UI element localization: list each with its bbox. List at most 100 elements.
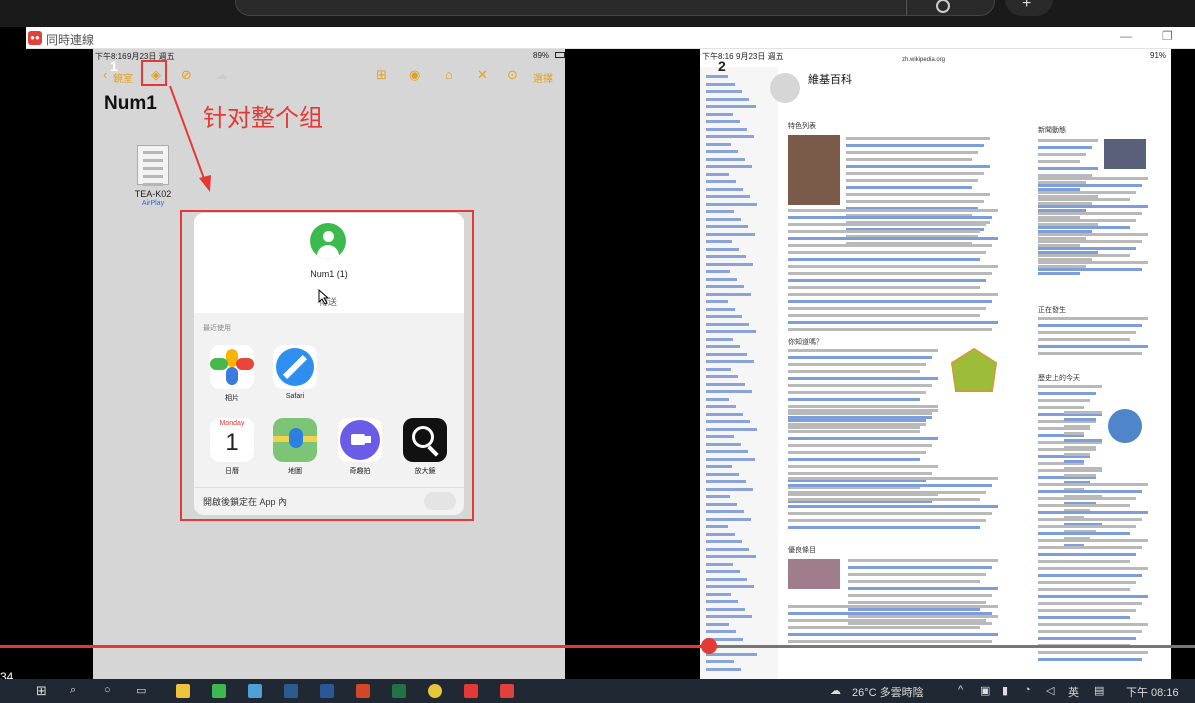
sidebar-link[interactable] bbox=[706, 277, 737, 281]
sidebar-link[interactable] bbox=[706, 82, 735, 86]
sidebar-link[interactable] bbox=[706, 262, 753, 266]
more-icon[interactable]: ⊙ bbox=[507, 67, 518, 83]
sidebar-link[interactable] bbox=[706, 150, 738, 153]
share-app-photos[interactable]: 相片 bbox=[205, 345, 259, 403]
sidebar-link[interactable] bbox=[706, 142, 731, 146]
sidebar-link[interactable] bbox=[706, 435, 734, 438]
sidebar-link[interactable] bbox=[706, 405, 736, 408]
sidebar-link[interactable] bbox=[706, 532, 735, 536]
weather-text[interactable]: 26°C 多雲時陰 bbox=[852, 684, 924, 700]
lock-in-app-row[interactable]: 開啟後鎖定在 App 內 bbox=[194, 487, 464, 515]
screen-share-icon[interactable] bbox=[500, 684, 514, 698]
battery-icon[interactable]: ▮ bbox=[1002, 684, 1008, 697]
sidebar-link[interactable] bbox=[706, 367, 731, 371]
app-icon[interactable] bbox=[284, 684, 298, 698]
lock-in-app-toggle[interactable] bbox=[424, 492, 456, 510]
sidebar-link[interactable] bbox=[706, 427, 757, 431]
sidebar-link[interactable] bbox=[706, 240, 732, 243]
sidebar-link[interactable] bbox=[706, 247, 739, 251]
sidebar-link[interactable] bbox=[706, 487, 753, 491]
minimize-icon[interactable]: — bbox=[1120, 29, 1132, 43]
sidebar-link[interactable] bbox=[706, 225, 748, 228]
sidebar-link[interactable] bbox=[706, 127, 747, 131]
sidebar-link[interactable] bbox=[706, 382, 745, 386]
sidebar-link[interactable] bbox=[706, 622, 729, 626]
sidebar-link[interactable] bbox=[706, 292, 751, 296]
share-app-magnifier[interactable]: 放大鏡 bbox=[398, 418, 452, 476]
sidebar-link[interactable] bbox=[706, 345, 740, 348]
sidebar-link[interactable] bbox=[706, 210, 734, 213]
browser-address-pill[interactable] bbox=[235, 0, 995, 16]
sidebar-link[interactable] bbox=[706, 135, 754, 138]
sidebar-link[interactable] bbox=[706, 105, 756, 108]
contact-avatar-icon[interactable] bbox=[310, 223, 346, 259]
windows-start-icon[interactable]: ⊞ bbox=[36, 683, 47, 699]
sidebar-link[interactable] bbox=[706, 232, 755, 236]
sidebar-link[interactable] bbox=[706, 592, 731, 596]
powerpoint-icon[interactable] bbox=[356, 684, 370, 698]
sidebar-link[interactable] bbox=[706, 630, 736, 633]
share-app-clips[interactable]: 奇趣拍 bbox=[333, 418, 387, 476]
sidebar-link[interactable] bbox=[706, 615, 752, 618]
sidebar-link[interactable] bbox=[706, 202, 757, 206]
volume-icon[interactable]: ◁ bbox=[1046, 684, 1054, 697]
eye-icon[interactable]: ◉ bbox=[409, 67, 420, 83]
wifi-icon[interactable]: ◔ bbox=[1024, 684, 1031, 696]
sidebar-link[interactable] bbox=[706, 607, 745, 611]
sidebar-link[interactable] bbox=[706, 285, 744, 288]
restore-icon[interactable]: ❐ bbox=[1162, 29, 1173, 43]
document-icon[interactable] bbox=[137, 145, 169, 186]
sidebar-link[interactable] bbox=[706, 510, 744, 513]
sidebar-link[interactable] bbox=[706, 270, 730, 273]
sidebar-link[interactable] bbox=[706, 397, 729, 401]
sidebar-link[interactable] bbox=[706, 255, 746, 258]
sidebar-link[interactable] bbox=[706, 600, 738, 603]
sidebar-link[interactable] bbox=[706, 547, 749, 551]
sidebar-link[interactable] bbox=[706, 322, 749, 326]
sidebar-link[interactable] bbox=[706, 412, 743, 416]
share-app-maps[interactable]: 地圖 bbox=[268, 418, 322, 476]
sidebar-link[interactable] bbox=[706, 180, 736, 183]
sidebar-link[interactable] bbox=[706, 120, 740, 123]
network-icon[interactable]: ▣ bbox=[980, 684, 990, 697]
sidebar-link[interactable] bbox=[706, 660, 734, 663]
sidebar-link[interactable] bbox=[706, 112, 733, 116]
sidebar-link[interactable] bbox=[706, 420, 750, 423]
sidebar-link[interactable] bbox=[706, 390, 752, 393]
compass-icon[interactable]: ⊘ bbox=[181, 67, 192, 83]
url-bar[interactable]: zh.wikipedia.org bbox=[902, 57, 945, 63]
sidebar-link[interactable] bbox=[706, 525, 728, 528]
chevron-up-icon[interactable]: ^ bbox=[958, 684, 963, 696]
sidebar-link[interactable] bbox=[706, 330, 756, 333]
sidebar-link[interactable] bbox=[706, 352, 747, 356]
lock-icon[interactable]: ⌂ bbox=[445, 67, 453, 82]
wikipedia-logo-icon[interactable] bbox=[770, 73, 800, 103]
sidebar-link[interactable] bbox=[706, 172, 729, 176]
sidebar-link[interactable] bbox=[706, 157, 745, 161]
sidebar-link[interactable] bbox=[706, 555, 756, 558]
sidebar-link[interactable] bbox=[706, 97, 749, 101]
sidebar-link[interactable] bbox=[706, 217, 741, 221]
app-icon[interactable] bbox=[248, 684, 262, 698]
sidebar-link[interactable] bbox=[706, 165, 752, 168]
keyboard-icon[interactable]: ▤ bbox=[1094, 684, 1104, 697]
video-progress-handle[interactable] bbox=[700, 638, 717, 654]
sidebar-link[interactable] bbox=[706, 457, 755, 461]
sidebar-link[interactable] bbox=[706, 540, 742, 543]
sidebar-link[interactable] bbox=[706, 667, 741, 671]
sidebar-link[interactable] bbox=[706, 195, 750, 198]
file-explorer-icon[interactable] bbox=[176, 684, 190, 698]
sidebar-link[interactable] bbox=[706, 375, 738, 378]
sidebar-link[interactable] bbox=[706, 472, 739, 476]
sidebar-link[interactable] bbox=[706, 300, 728, 303]
sidebar-link[interactable] bbox=[706, 307, 735, 311]
search-icon[interactable] bbox=[936, 0, 950, 13]
sidebar-link[interactable] bbox=[706, 495, 730, 498]
add-button[interactable]: + bbox=[1005, 0, 1053, 16]
system-clock[interactable]: 下午 08:16 bbox=[1126, 684, 1179, 700]
sidebar-link[interactable] bbox=[706, 465, 732, 468]
sidebar-link[interactable] bbox=[706, 315, 742, 318]
excel-icon[interactable] bbox=[392, 684, 406, 698]
sidebar-link[interactable] bbox=[706, 585, 754, 588]
sidebar-link[interactable] bbox=[706, 570, 740, 573]
